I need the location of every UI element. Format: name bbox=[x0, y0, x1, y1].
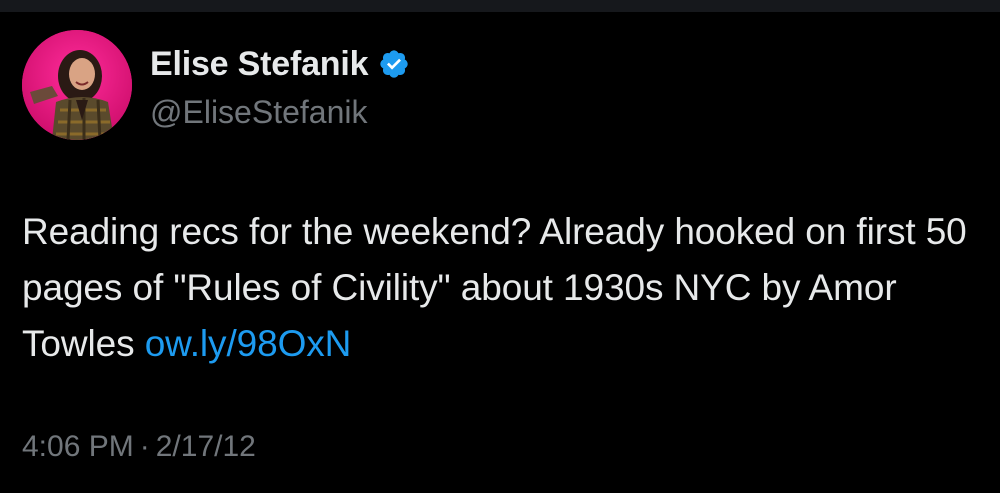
avatar[interactable] bbox=[22, 30, 132, 140]
author-handle[interactable]: @EliseStefanik bbox=[150, 94, 367, 131]
tweet-text: Reading recs for the weekend? Already ho… bbox=[22, 204, 982, 372]
meta-separator: · bbox=[139, 430, 150, 463]
author-display-name[interactable]: Elise Stefanik bbox=[150, 45, 369, 84]
author-name-row: Elise Stefanik bbox=[150, 44, 410, 84]
top-divider-strip bbox=[0, 0, 1000, 12]
profile-photo-icon bbox=[22, 30, 132, 140]
tweet-time: 4:06 PM bbox=[22, 430, 134, 463]
tweet-card: Elise Stefanik @EliseStefanik Reading re… bbox=[0, 12, 1000, 493]
verified-badge-icon[interactable] bbox=[378, 48, 410, 80]
tweet-link[interactable]: ow.ly/98OxN bbox=[145, 323, 352, 364]
tweet-timestamp[interactable]: 4:06 PM · 2/17/12 bbox=[22, 430, 256, 464]
tweet-date: 2/17/12 bbox=[155, 430, 256, 463]
